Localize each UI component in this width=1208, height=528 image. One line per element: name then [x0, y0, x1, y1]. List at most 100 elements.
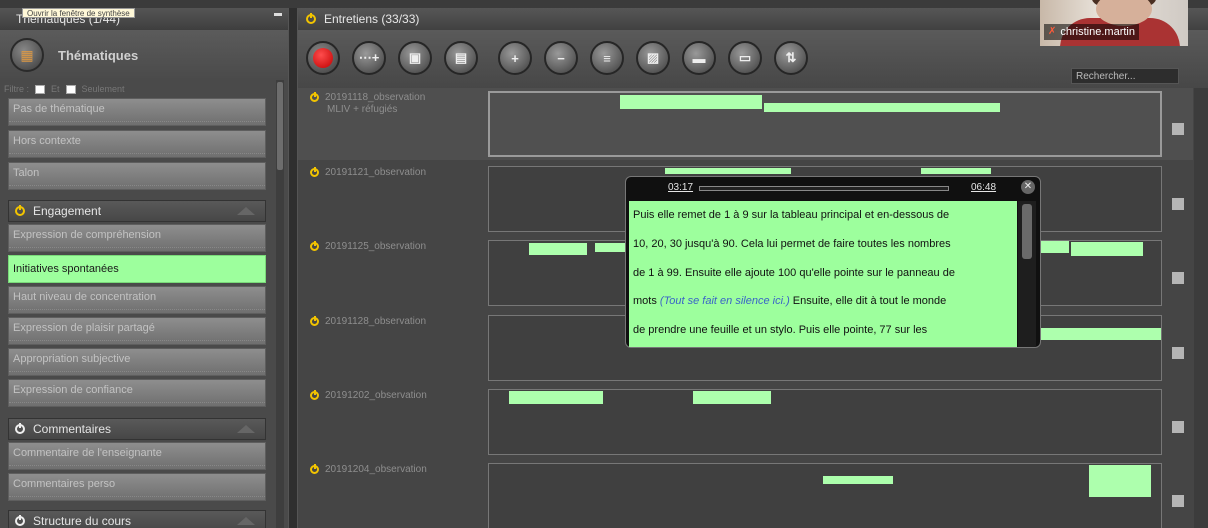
add-document-button[interactable]: ▣ [398, 41, 432, 75]
interview-row[interactable]: 20191204_observation [298, 460, 1193, 528]
power-icon[interactable] [306, 13, 316, 24]
row-toggle[interactable] [1172, 272, 1184, 284]
timeline-segment[interactable] [823, 476, 893, 484]
interview-label: 20191202_observation [325, 390, 427, 401]
power-icon[interactable] [310, 167, 319, 177]
power-icon[interactable] [310, 464, 319, 474]
thematiques-grid-button[interactable]: ▦ [10, 38, 44, 72]
power-icon[interactable] [310, 316, 319, 326]
row-toggle[interactable] [1172, 198, 1184, 210]
image-icon: ▨ [646, 50, 660, 65]
theme-item-label: Talon [13, 167, 40, 179]
scrollbar-thumb[interactable] [1022, 204, 1032, 259]
section-engagement-label: Engagement [33, 204, 102, 218]
row-toggle[interactable] [1172, 495, 1184, 507]
timeline-track[interactable] [488, 91, 1162, 157]
excerpt-line: mots (Tout se fait en silence ici.) Ensu… [629, 287, 1017, 316]
collapse-icon[interactable] [237, 207, 255, 215]
interview-row[interactable]: 20191118_observation MLIV + réfugiés [298, 88, 1193, 160]
layout-icon: ▭ [738, 50, 752, 65]
add-group-button[interactable]: ⋯+ [352, 41, 386, 75]
list-view-button[interactable]: ≡ [590, 41, 624, 75]
list-icon: ≡ [603, 50, 611, 66]
document-view-button[interactable]: ▤ [444, 41, 478, 75]
timeline-segment[interactable] [509, 391, 603, 404]
row-toggle[interactable] [1172, 123, 1184, 135]
timeline-segment[interactable] [1041, 328, 1161, 340]
timeline-segment[interactable] [1089, 465, 1151, 497]
grid-icon: ▦ [20, 46, 34, 63]
time-end[interactable]: 06:48 [971, 182, 996, 193]
seulement-checkbox[interactable] [65, 84, 76, 94]
panel-splitter[interactable] [288, 8, 298, 528]
image-view-button[interactable]: ▨ [636, 41, 670, 75]
timeline-segment[interactable] [665, 168, 791, 174]
time-range-bar[interactable] [699, 186, 949, 191]
timeline-segment[interactable] [595, 243, 625, 252]
time-start[interactable]: 03:17 [668, 182, 693, 193]
close-icon[interactable]: ✕ [1021, 180, 1035, 194]
entretiens-header-title: Entretiens (33/33) [324, 12, 420, 26]
timeline-segment[interactable] [1041, 241, 1069, 253]
excerpt-scrollbar[interactable] [1018, 201, 1036, 347]
record-button[interactable] [306, 41, 340, 75]
section-structure-du-cours[interactable]: Structure du cours [8, 510, 266, 528]
collapse-icon[interactable] [237, 425, 255, 433]
interview-row[interactable]: 20191202_observation [298, 386, 1193, 458]
theme-item-pas-de-thematique[interactable]: Pas de thématique [8, 98, 266, 126]
row-toggle[interactable] [1172, 347, 1184, 359]
theme-item-appropriation-subjective[interactable]: Appropriation subjective [8, 348, 266, 376]
power-icon[interactable] [15, 205, 25, 216]
theme-item-expression-confiance[interactable]: Expression de confiance [8, 379, 266, 407]
search-input[interactable]: Rechercher... [1071, 68, 1179, 84]
section-commentaires[interactable]: Commentaires [8, 418, 266, 440]
scrollbar-thumb[interactable] [277, 82, 283, 170]
participant-name-tag: ✗ christine.martin [1044, 24, 1139, 40]
sort-button[interactable]: ⇅ [774, 41, 808, 75]
theme-item-label: Commentaires perso [13, 478, 116, 490]
zoom-in-button[interactable]: + [498, 41, 532, 75]
filter-bar: Filtre : Et Seulement [4, 82, 274, 96]
excerpt-line: 10, 20, 30 jusqu'à 90. Cela lui permet d… [633, 237, 951, 250]
theme-item-initiatives-spontanees[interactable]: Initiatives spontanées [8, 255, 266, 283]
seulement-label: Seulement [81, 84, 125, 94]
interview-label: 20191128_observation [325, 316, 427, 327]
power-icon[interactable] [310, 92, 319, 102]
timeline-track[interactable] [488, 463, 1162, 528]
power-icon[interactable] [310, 241, 319, 251]
layout-view-button[interactable]: ▭ [728, 41, 762, 75]
bar-view-button[interactable]: ▬ [682, 41, 716, 75]
theme-item-talon[interactable]: Talon [8, 162, 266, 190]
zoom-out-button[interactable]: − [544, 41, 578, 75]
timeline-segment[interactable] [529, 243, 587, 255]
power-icon[interactable] [15, 423, 25, 434]
theme-item-haut-niveau-concentration[interactable]: Haut niveau de concentration [8, 286, 266, 314]
theme-item-hors-contexte[interactable]: Hors contexte [8, 130, 266, 158]
timeline-segment[interactable] [1071, 242, 1143, 256]
theme-item-expression-comprehension[interactable]: Expression de compréhension [8, 224, 266, 252]
theme-item-plaisir-partage[interactable]: Expression de plaisir partagé [8, 317, 266, 345]
entretiens-scrollbar[interactable] [1194, 88, 1208, 528]
row-toggle[interactable] [1172, 421, 1184, 433]
et-checkbox[interactable] [35, 84, 46, 94]
sort-icon: ⇅ [785, 50, 797, 65]
timeline-segment[interactable] [764, 103, 1000, 112]
zoom-in-icon: + [511, 50, 519, 66]
minimize-icon[interactable] [274, 13, 282, 16]
et-label: Et [51, 84, 60, 94]
theme-item-label: Commentaire de l'enseignante [13, 447, 162, 459]
mic-muted-icon: ✗ [1048, 26, 1057, 37]
power-icon[interactable] [310, 390, 319, 400]
section-commentaires-label: Commentaires [33, 422, 112, 436]
thematiques-scrollbar[interactable] [276, 80, 284, 528]
section-engagement[interactable]: Engagement [8, 200, 266, 222]
timeline-segment[interactable] [620, 95, 762, 109]
theme-item-commentaire-enseignante[interactable]: Commentaire de l'enseignante [8, 442, 266, 470]
thematiques-panel: Thématiques (1/44) Ouvrir la fenêtre de … [0, 8, 288, 528]
power-icon[interactable] [15, 515, 25, 526]
collapse-icon[interactable] [237, 517, 255, 525]
timeline-track[interactable] [488, 389, 1162, 455]
theme-item-commentaires-perso[interactable]: Commentaires perso [8, 473, 266, 501]
timeline-segment[interactable] [921, 168, 991, 174]
timeline-segment[interactable] [693, 391, 771, 404]
